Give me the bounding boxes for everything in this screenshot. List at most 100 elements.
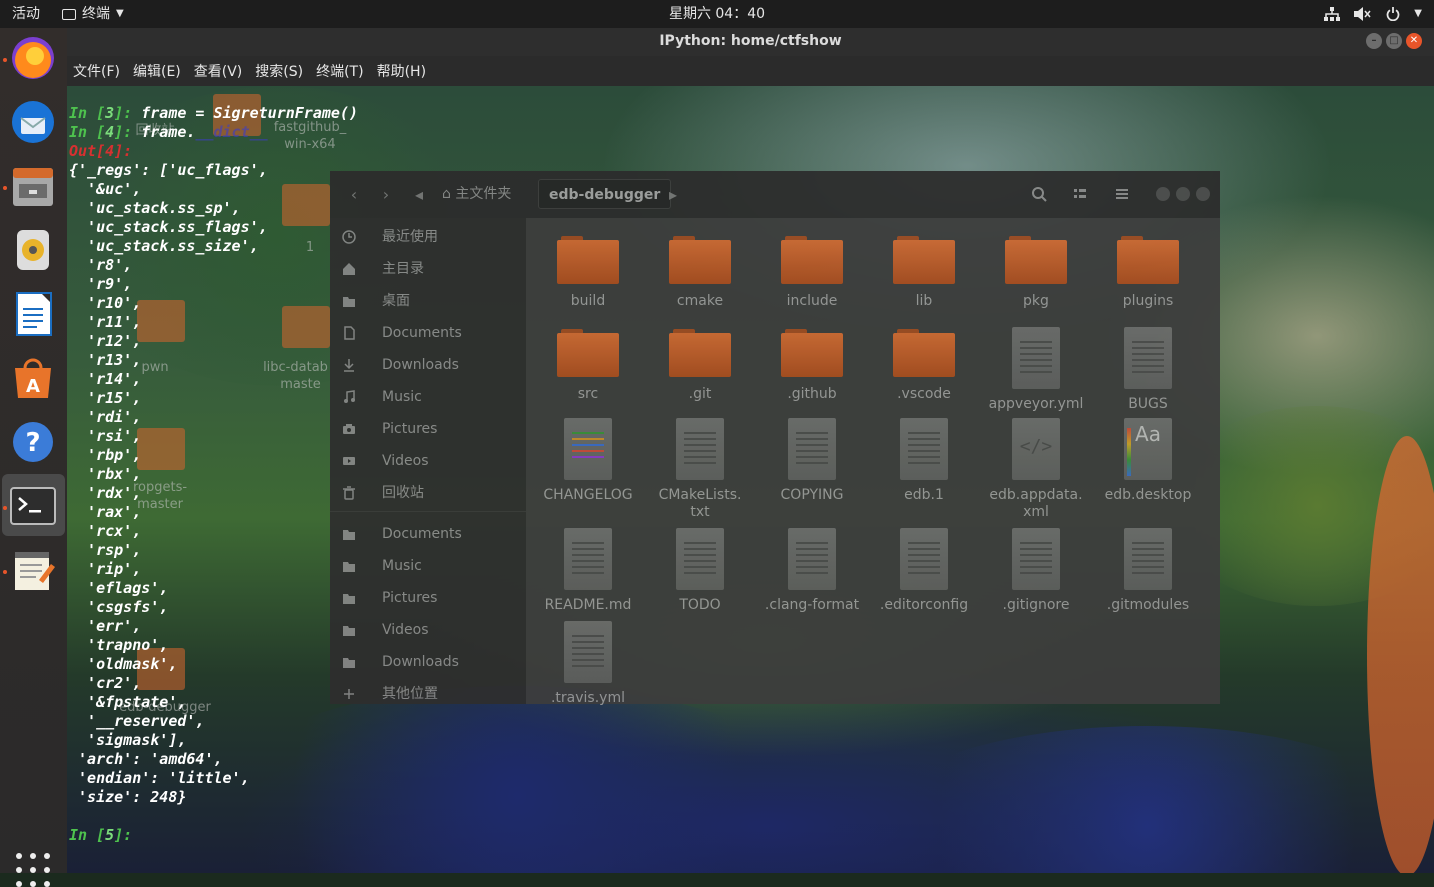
path-right-arrow[interactable]: ▸: [666, 183, 680, 207]
sidebar-item-label: Downloads: [382, 357, 459, 373]
file-item[interactable]: CMakeLists. txt: [645, 418, 755, 521]
file-item[interactable]: README.md: [533, 528, 643, 614]
file-manager-sidebar: 最近使用 主目录 桌面 Documents Downloads Music Pictures…: [330, 218, 526, 704]
fm-close-button[interactable]: [1196, 187, 1210, 201]
changelog-icon: [564, 418, 612, 480]
thunderbird-icon[interactable]: [9, 98, 57, 146]
sidebar-item[interactable]: 主目录: [330, 254, 526, 284]
file-item[interactable]: .gitignore: [981, 528, 1091, 614]
chevron-down-icon: ▼: [116, 8, 124, 19]
output-text: 'rdi',: [69, 408, 142, 426]
help-icon[interactable]: ?: [9, 418, 57, 466]
folder-item[interactable]: pkg: [981, 234, 1091, 310]
menu-terminal[interactable]: 终端(T): [316, 61, 363, 81]
file-item[interactable]: CHANGELOG: [533, 418, 643, 504]
video-icon: [343, 457, 355, 465]
file-item[interactable]: .clang-format: [757, 528, 867, 614]
output-text: {'_regs': ['uc_flags',: [69, 161, 268, 179]
folder-item[interactable]: build: [533, 234, 643, 310]
sidebar-item[interactable]: 回收站: [330, 478, 526, 508]
menu-help[interactable]: 帮助(H): [377, 61, 426, 81]
sidebar-item[interactable]: 桌面: [330, 286, 526, 316]
software-center-icon[interactable]: A: [9, 354, 57, 402]
menu-file[interactable]: 文件(F): [73, 61, 120, 81]
terminal-titlebar[interactable]: IPython: home/ctfshow – □ ✕: [67, 28, 1434, 56]
file-item[interactable]: .editorconfig: [869, 528, 979, 614]
clock[interactable]: 星期六 04：40: [0, 0, 1434, 28]
view-toggle-button[interactable]: [1066, 181, 1094, 207]
sidebar-item-label: Documents: [382, 526, 462, 542]
terminal-line: 'cr2',: [69, 674, 358, 693]
file-item[interactable]: Aa edb.desktop: [1093, 418, 1203, 504]
fm-minimize-button[interactable]: [1156, 187, 1170, 201]
sidebar-item[interactable]: Documents: [330, 318, 526, 348]
activities-button[interactable]: 活动: [12, 0, 40, 28]
file-item[interactable]: BUGS: [1093, 327, 1203, 413]
sidebar-item[interactable]: 其他位置: [330, 679, 526, 709]
fm-maximize-button[interactable]: [1176, 187, 1190, 201]
file-item[interactable]: .travis.yml: [533, 621, 643, 707]
file-item[interactable]: edb.1: [869, 418, 979, 504]
writer-icon[interactable]: [9, 290, 57, 338]
sidebar-item[interactable]: Downloads: [330, 350, 526, 380]
sidebar-item[interactable]: Videos: [330, 446, 526, 476]
folder-icon: [1005, 234, 1067, 286]
folder-item[interactable]: .github: [757, 327, 867, 403]
breadcrumb-current[interactable]: edb-debugger: [538, 179, 672, 209]
terminal-line: 'rsi',: [69, 427, 358, 446]
file-name: .github: [787, 386, 837, 402]
files-icon[interactable]: [9, 162, 57, 210]
app-menu-button[interactable]: 终端 ▼: [62, 0, 124, 28]
folder-item[interactable]: .git: [645, 327, 755, 403]
folder-item[interactable]: include: [757, 234, 867, 310]
file-item[interactable]: appveyor.yml: [981, 327, 1091, 413]
sidebar-item[interactable]: Music: [330, 382, 526, 412]
file-item[interactable]: .gitmodules: [1093, 528, 1203, 614]
close-button[interactable]: ✕: [1406, 33, 1422, 49]
folder-item[interactable]: cmake: [645, 234, 755, 310]
terminal-output[interactable]: In [3]: frame = SigreturnFrame() In [4]: …: [69, 104, 358, 845]
file-item[interactable]: TODO: [645, 528, 755, 614]
text-file-icon: [900, 528, 948, 590]
file-item[interactable]: COPYING: [757, 418, 867, 504]
sidebar-item[interactable]: Pictures: [330, 583, 526, 613]
folder-item[interactable]: plugins: [1093, 234, 1203, 310]
menu-button[interactable]: [1108, 181, 1136, 207]
terminal-icon[interactable]: [9, 482, 57, 530]
folder-item[interactable]: lib: [869, 234, 979, 310]
breadcrumb-home[interactable]: ⌂ 主文件夹: [432, 179, 521, 209]
file-manager-window[interactable]: ‹ › ◂ ⌂ 主文件夹 edb-debugger ▸ 最近使用 主目录 桌面 Doc…: [330, 171, 1220, 707]
menu-search[interactable]: 搜索(S): [255, 61, 303, 81]
back-button[interactable]: ‹: [342, 183, 366, 207]
terminal-line: 'r15',: [69, 389, 358, 408]
maximize-button[interactable]: □: [1386, 33, 1402, 49]
minimize-button[interactable]: –: [1366, 33, 1382, 49]
terminal-line: 'arch': 'amd64',: [69, 750, 358, 769]
sidebar-item[interactable]: Music: [330, 551, 526, 581]
sidebar-item[interactable]: 最近使用: [330, 222, 526, 252]
output-text: 'r8',: [69, 256, 133, 274]
path-left-arrow[interactable]: ◂: [412, 183, 426, 207]
show-applications-icon[interactable]: [16, 853, 50, 887]
search-button[interactable]: [1025, 181, 1053, 207]
menu-edit[interactable]: 编辑(E): [133, 61, 181, 81]
folder-icon: [781, 327, 843, 379]
rhythmbox-icon[interactable]: [9, 226, 57, 274]
folder-item[interactable]: src: [533, 327, 643, 403]
sidebar-item[interactable]: Videos: [330, 615, 526, 645]
sidebar-item[interactable]: Downloads: [330, 647, 526, 677]
terminal-line: 'csgsfs',: [69, 598, 358, 617]
text-file-icon: [1012, 528, 1060, 590]
file-item[interactable]: </> edb.appdata. xml: [981, 418, 1091, 521]
output-text: '&uc',: [69, 180, 142, 198]
system-tray[interactable]: ▼: [1324, 0, 1422, 28]
folder-item[interactable]: .vscode: [869, 327, 979, 403]
file-name: pkg: [1023, 293, 1049, 309]
sidebar-item[interactable]: Documents: [330, 519, 526, 549]
forward-button[interactable]: ›: [374, 183, 398, 207]
sidebar-item[interactable]: Pictures: [330, 414, 526, 444]
firefox-icon[interactable]: [9, 34, 57, 82]
folder-icon: [669, 234, 731, 286]
menu-view[interactable]: 查看(V): [194, 61, 243, 81]
text-editor-icon[interactable]: [9, 546, 57, 594]
